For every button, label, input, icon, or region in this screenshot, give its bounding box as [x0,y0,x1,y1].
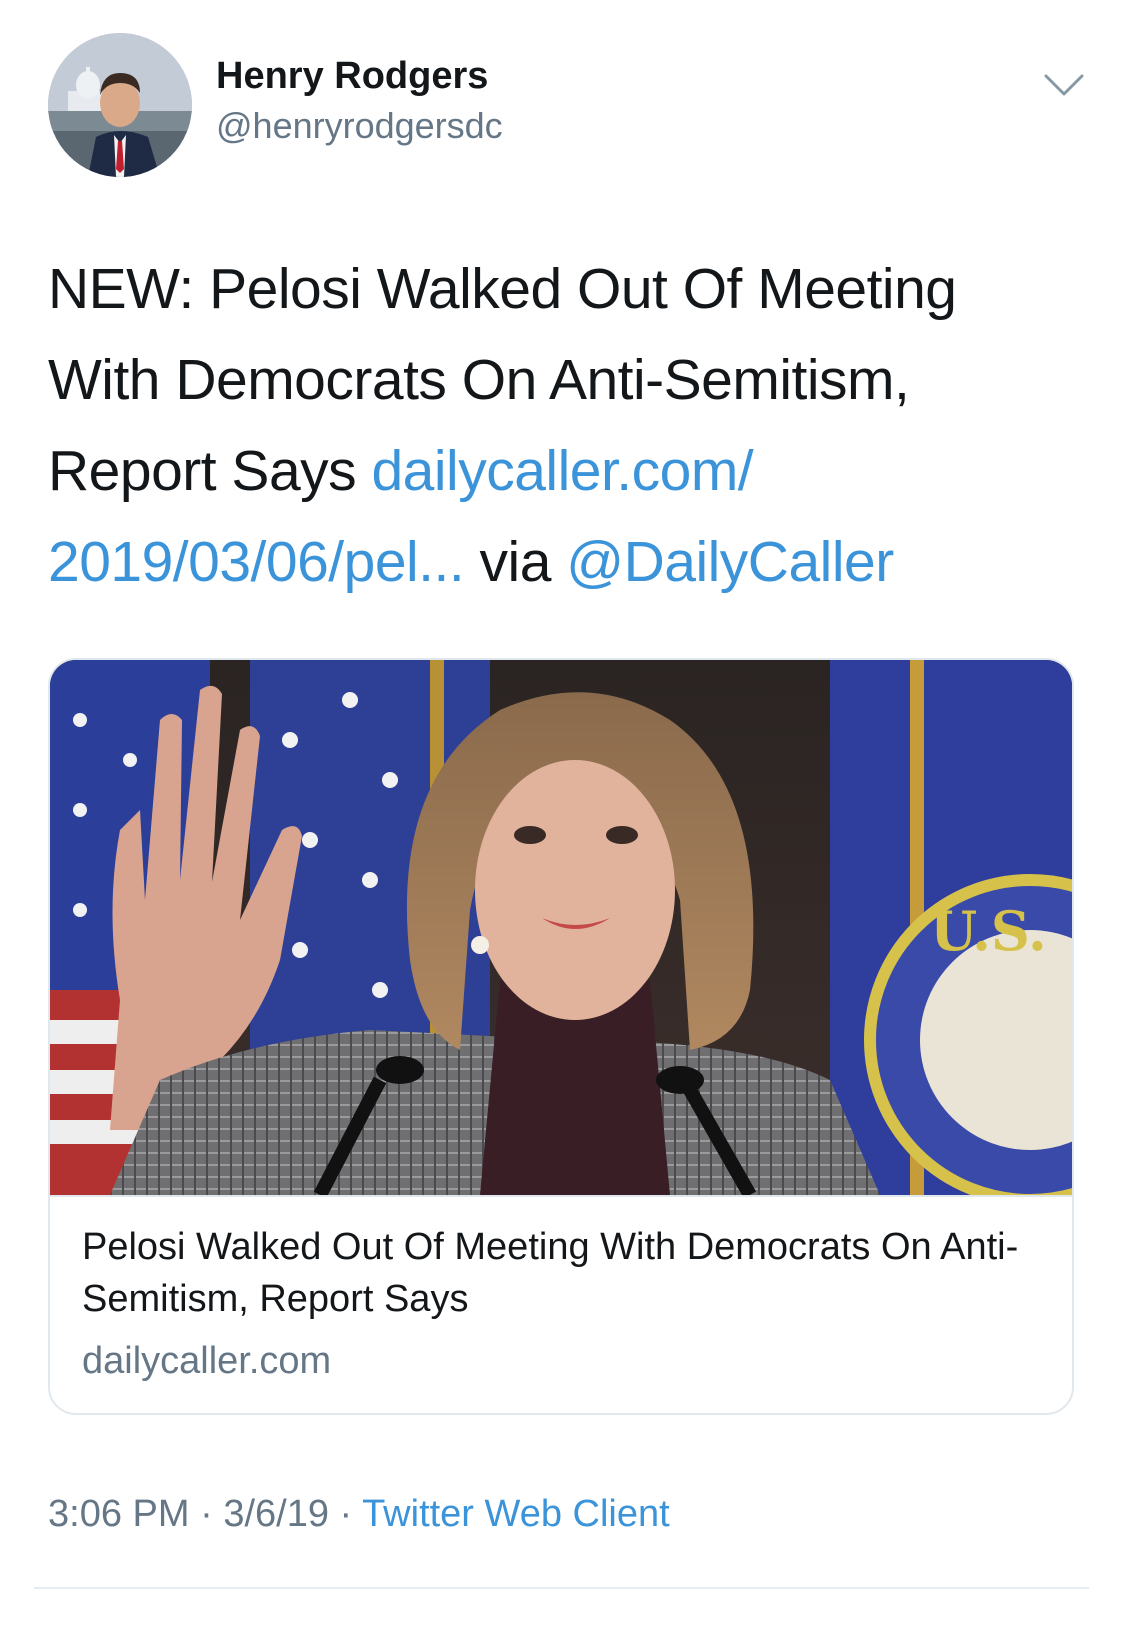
author-handle[interactable]: @henryrodgersdc [216,104,503,148]
tweet-date[interactable]: 3/6/19 [223,1493,329,1535]
avatar[interactable] [48,33,192,177]
tweet-meta: 3:06 PM · 3/6/19 · Twitter Web Client [48,1490,670,1538]
link-preview-card[interactable]: U.S. Pelosi Walked Out Of Meeting With D… [48,658,1074,1415]
card-domain: dailycaller.com [82,1340,332,1382]
article-link[interactable]: dailycaller.com/ [371,439,753,503]
card-title[interactable]: Pelosi Walked Out Of Meeting With Democr… [82,1221,1042,1325]
via-text: via [464,530,567,594]
tweet-source-link[interactable]: Twitter Web Client [362,1493,670,1535]
tweet-text: NEW: Pelosi Walked Out Of Meeting With D… [48,244,1088,608]
mention-link[interactable]: @DailyCaller [566,530,894,594]
tweet-time[interactable]: 3:06 PM [48,1493,190,1535]
card-body[interactable]: Pelosi Walked Out Of Meeting With Democr… [50,1195,1072,1413]
card-photo: U.S. [50,660,1072,1195]
meta-separator: · [189,1493,224,1535]
author-name[interactable]: Henry Rodgers [216,52,488,100]
meta-separator: · [328,1493,363,1535]
tweet-text-line: With Democrats On Anti-Semitism, [48,348,910,412]
tweet-text-line: NEW: Pelosi Walked Out Of Meeting [48,257,957,321]
divider [34,1587,1089,1589]
article-link-continued[interactable]: 2019/03/06/pel... [48,530,465,594]
tweet: Henry Rodgers @henryrodgersdc NEW: Pelos… [0,0,1125,1637]
avatar-photo [48,33,192,177]
chevron-down-icon[interactable] [1040,66,1088,106]
seal-lettering: U.S. [930,899,1047,963]
card-image[interactable]: U.S. [50,660,1072,1195]
tweet-text-line: Report Says [48,439,372,503]
